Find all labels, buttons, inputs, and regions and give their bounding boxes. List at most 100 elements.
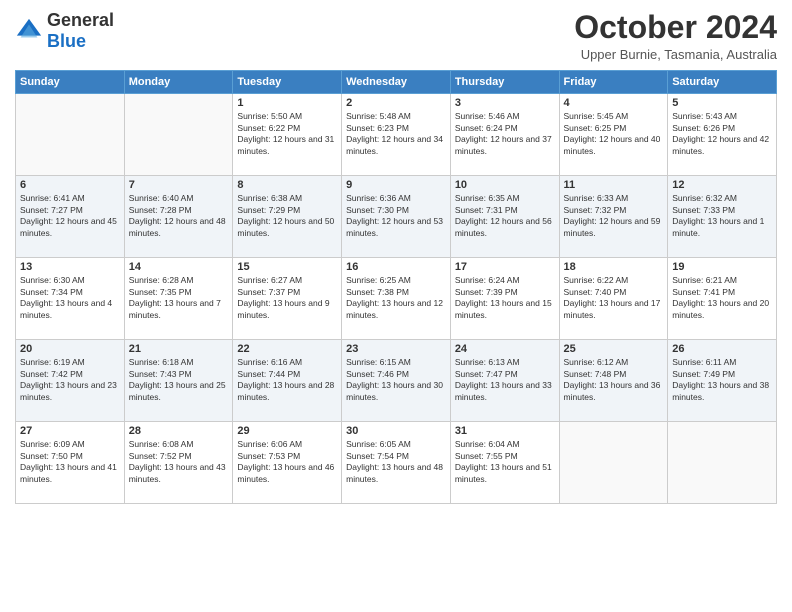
cell-info: Sunrise: 6:11 AM Sunset: 7:49 PM Dayligh…	[672, 357, 772, 403]
day-number: 25	[564, 343, 664, 355]
day-number: 9	[346, 179, 446, 191]
cell-info: Sunrise: 6:12 AM Sunset: 7:48 PM Dayligh…	[564, 357, 664, 403]
calendar-cell: 16Sunrise: 6:25 AM Sunset: 7:38 PM Dayli…	[342, 258, 451, 340]
calendar-cell: 11 Sunrise: 6:33 AM Sunset: 7:32 PM Dayli…	[559, 176, 668, 258]
calendar-cell: 9 Sunrise: 6:36 AM Sunset: 7:30 PM Daylig…	[342, 176, 451, 258]
calendar-cell	[559, 422, 668, 504]
day-number: 13	[20, 261, 120, 273]
logo: General Blue	[15, 10, 114, 52]
calendar-cell: 17Sunrise: 6:24 AM Sunset: 7:39 PM Dayli…	[450, 258, 559, 340]
calendar-cell: 28Sunrise: 6:08 AM Sunset: 7:52 PM Dayli…	[124, 422, 233, 504]
weekday-header-saturday: Saturday	[668, 71, 777, 94]
weekday-header-monday: Monday	[124, 71, 233, 94]
calendar-cell	[124, 94, 233, 176]
calendar-cell: 19 Sunrise: 6:21 AM Sunset: 7:41 PM Dayli…	[668, 258, 777, 340]
cell-info: Sunrise: 6:40 AM Sunset: 7:28 PM Dayligh…	[129, 193, 229, 239]
day-number: 5	[672, 97, 772, 109]
location-title: Upper Burnie, Tasmania, Australia	[574, 47, 777, 62]
calendar-cell: 24 Sunrise: 6:13 AM Sunset: 7:47 PM Dayli…	[450, 340, 559, 422]
cell-info: Sunrise: 6:06 AM Sunset: 7:53 PM Dayligh…	[237, 439, 337, 485]
calendar-cell: 3 Sunrise: 5:46 AM Sunset: 6:24 PM Daylig…	[450, 94, 559, 176]
calendar-cell: 26 Sunrise: 6:11 AM Sunset: 7:49 PM Dayli…	[668, 340, 777, 422]
calendar-cell: 29 Sunrise: 6:06 AM Sunset: 7:53 PM Dayli…	[233, 422, 342, 504]
weekday-header-friday: Friday	[559, 71, 668, 94]
day-number: 8	[237, 179, 337, 191]
day-number: 7	[129, 179, 229, 191]
cell-info: Sunrise: 6:09 AM Sunset: 7:50 PM Dayligh…	[20, 439, 120, 485]
calendar-week-row: 13 Sunrise: 6:30 AM Sunset: 7:34 PM Dayli…	[16, 258, 777, 340]
cell-info: Sunrise: 5:50 AM Sunset: 6:22 PM Dayligh…	[237, 111, 337, 157]
cell-info: Sunrise: 6:27 AM Sunset: 7:37 PM Dayligh…	[237, 275, 337, 321]
day-number: 3	[455, 97, 555, 109]
cell-info: Sunrise: 6:08 AM Sunset: 7:52 PM Dayligh…	[129, 439, 229, 485]
weekday-header-tuesday: Tuesday	[233, 71, 342, 94]
weekday-header-thursday: Thursday	[450, 71, 559, 94]
cell-info: Sunrise: 5:45 AM Sunset: 6:25 PM Dayligh…	[564, 111, 664, 157]
day-number: 31	[455, 425, 555, 437]
day-number: 10	[455, 179, 555, 191]
cell-info: Sunrise: 6:30 AM Sunset: 7:34 PM Dayligh…	[20, 275, 120, 321]
calendar-cell: 15 Sunrise: 6:27 AM Sunset: 7:37 PM Dayli…	[233, 258, 342, 340]
cell-info: Sunrise: 6:22 AM Sunset: 7:40 PM Dayligh…	[564, 275, 664, 321]
calendar-table: SundayMondayTuesdayWednesdayThursdayFrid…	[15, 70, 777, 504]
day-number: 19	[672, 261, 772, 273]
calendar-cell: 18 Sunrise: 6:22 AM Sunset: 7:40 PM Dayli…	[559, 258, 668, 340]
cell-info: Sunrise: 6:04 AM Sunset: 7:55 PM Dayligh…	[455, 439, 555, 485]
calendar-cell: 27 Sunrise: 6:09 AM Sunset: 7:50 PM Dayli…	[16, 422, 125, 504]
cell-info: Sunrise: 6:13 AM Sunset: 7:47 PM Dayligh…	[455, 357, 555, 403]
calendar-cell: 7 Sunrise: 6:40 AM Sunset: 7:28 PM Daylig…	[124, 176, 233, 258]
cell-info: Sunrise: 6:38 AM Sunset: 7:29 PM Dayligh…	[237, 193, 337, 239]
weekday-header-row: SundayMondayTuesdayWednesdayThursdayFrid…	[16, 71, 777, 94]
day-number: 11	[564, 179, 664, 191]
logo-icon	[15, 17, 43, 45]
calendar-cell: 4 Sunrise: 5:45 AM Sunset: 6:25 PM Daylig…	[559, 94, 668, 176]
cell-info: Sunrise: 6:15 AM Sunset: 7:46 PM Dayligh…	[346, 357, 446, 403]
day-number: 18	[564, 261, 664, 273]
calendar-cell: 5 Sunrise: 5:43 AM Sunset: 6:26 PM Daylig…	[668, 94, 777, 176]
day-number: 20	[20, 343, 120, 355]
calendar-cell: 21 Sunrise: 6:18 AM Sunset: 7:43 PM Dayli…	[124, 340, 233, 422]
cell-info: Sunrise: 6:18 AM Sunset: 7:43 PM Dayligh…	[129, 357, 229, 403]
calendar-cell: 14Sunrise: 6:28 AM Sunset: 7:35 PM Dayli…	[124, 258, 233, 340]
calendar-cell: 2Sunrise: 5:48 AM Sunset: 6:23 PM Daylig…	[342, 94, 451, 176]
day-number: 4	[564, 97, 664, 109]
calendar-cell: 8 Sunrise: 6:38 AM Sunset: 7:29 PM Daylig…	[233, 176, 342, 258]
month-title: October 2024	[574, 10, 777, 45]
logo-blue: Blue	[47, 31, 86, 51]
day-number: 6	[20, 179, 120, 191]
calendar-cell: 20Sunrise: 6:19 AM Sunset: 7:42 PM Dayli…	[16, 340, 125, 422]
calendar-cell: 31 Sunrise: 6:04 AM Sunset: 7:55 PM Dayli…	[450, 422, 559, 504]
day-number: 26	[672, 343, 772, 355]
cell-info: Sunrise: 6:33 AM Sunset: 7:32 PM Dayligh…	[564, 193, 664, 239]
day-number: 29	[237, 425, 337, 437]
calendar-cell: 25 Sunrise: 6:12 AM Sunset: 7:48 PM Dayli…	[559, 340, 668, 422]
cell-info: Sunrise: 6:28 AM Sunset: 7:35 PM Dayligh…	[129, 275, 229, 321]
day-number: 12	[672, 179, 772, 191]
cell-info: Sunrise: 5:46 AM Sunset: 6:24 PM Dayligh…	[455, 111, 555, 157]
weekday-header-sunday: Sunday	[16, 71, 125, 94]
calendar-cell: 30Sunrise: 6:05 AM Sunset: 7:54 PM Dayli…	[342, 422, 451, 504]
calendar-week-row: 27 Sunrise: 6:09 AM Sunset: 7:50 PM Dayli…	[16, 422, 777, 504]
calendar-week-row: 1Sunrise: 5:50 AM Sunset: 6:22 PM Daylig…	[16, 94, 777, 176]
day-number: 23	[346, 343, 446, 355]
day-number: 15	[237, 261, 337, 273]
calendar-cell	[668, 422, 777, 504]
cell-info: Sunrise: 6:35 AM Sunset: 7:31 PM Dayligh…	[455, 193, 555, 239]
cell-info: Sunrise: 6:05 AM Sunset: 7:54 PM Dayligh…	[346, 439, 446, 485]
title-area: October 2024 Upper Burnie, Tasmania, Aus…	[574, 10, 777, 62]
day-number: 27	[20, 425, 120, 437]
cell-info: Sunrise: 6:41 AM Sunset: 7:27 PM Dayligh…	[20, 193, 120, 239]
day-number: 2	[346, 97, 446, 109]
day-number: 17	[455, 261, 555, 273]
calendar-week-row: 20Sunrise: 6:19 AM Sunset: 7:42 PM Dayli…	[16, 340, 777, 422]
cell-info: Sunrise: 6:32 AM Sunset: 7:33 PM Dayligh…	[672, 193, 772, 239]
day-number: 22	[237, 343, 337, 355]
calendar-week-row: 6 Sunrise: 6:41 AM Sunset: 7:27 PM Daylig…	[16, 176, 777, 258]
cell-info: Sunrise: 5:43 AM Sunset: 6:26 PM Dayligh…	[672, 111, 772, 157]
day-number: 24	[455, 343, 555, 355]
cell-info: Sunrise: 6:21 AM Sunset: 7:41 PM Dayligh…	[672, 275, 772, 321]
day-number: 21	[129, 343, 229, 355]
cell-info: Sunrise: 6:36 AM Sunset: 7:30 PM Dayligh…	[346, 193, 446, 239]
calendar-cell: 12 Sunrise: 6:32 AM Sunset: 7:33 PM Dayli…	[668, 176, 777, 258]
calendar-cell	[16, 94, 125, 176]
